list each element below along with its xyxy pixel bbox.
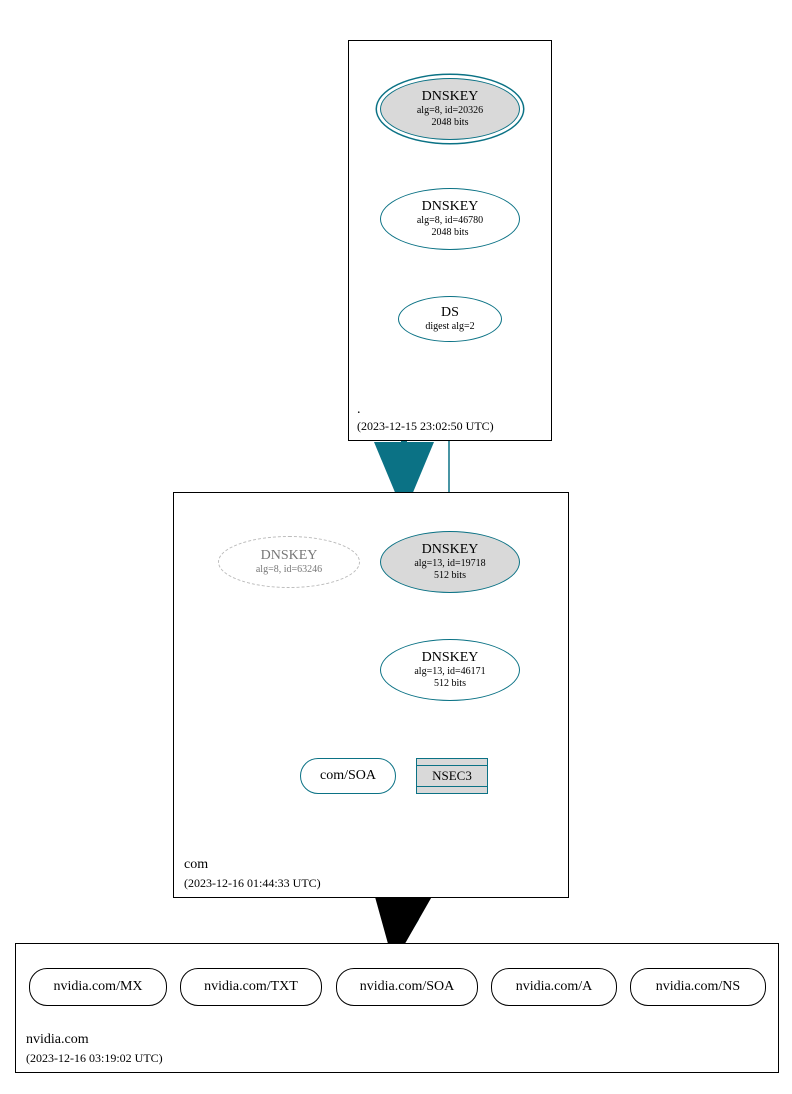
node-label: nvidia.com/MX <box>53 979 142 995</box>
node-title: DNSKEY <box>422 650 479 667</box>
node-sub2: 512 bits <box>434 678 466 690</box>
node-nvidia-txt: nvidia.com/TXT <box>180 968 322 1006</box>
node-label: nvidia.com/A <box>516 979 593 995</box>
zone-nvidia-label: nvidia.com <box>26 1032 89 1048</box>
node-nvidia-mx: nvidia.com/MX <box>29 968 167 1006</box>
node-nsec3: NSEC3 <box>416 758 488 794</box>
node-sub2: 2048 bits <box>432 227 469 239</box>
node-nvidia-soa: nvidia.com/SOA <box>336 968 478 1006</box>
node-nvidia-ns: nvidia.com/NS <box>630 968 766 1006</box>
node-nvidia-a: nvidia.com/A <box>491 968 617 1006</box>
node-sub2: 512 bits <box>434 570 466 582</box>
node-label: com/SOA <box>320 768 376 784</box>
node-root-zsk: DNSKEY alg=8, id=46780 2048 bits <box>380 188 520 250</box>
node-sub: alg=13, id=19718 <box>414 558 485 570</box>
node-title: DNSKEY <box>422 542 479 559</box>
node-com-soa: com/SOA <box>300 758 396 794</box>
node-com-zsk: DNSKEY alg=13, id=46171 512 bits <box>380 639 520 701</box>
node-sub: alg=8, id=20326 <box>417 105 483 117</box>
zone-com-date: (2023-12-16 01:44:33 UTC) <box>184 876 321 891</box>
zone-root-date: (2023-12-15 23:02:50 UTC) <box>357 419 494 434</box>
node-sub: alg=8, id=63246 <box>256 564 322 576</box>
node-title: DS <box>441 305 459 322</box>
zone-com-label: com <box>184 857 208 873</box>
node-root-ds: DS digest alg=2 <box>398 296 502 342</box>
node-com-dnskey-old: DNSKEY alg=8, id=63246 <box>218 536 360 588</box>
node-title: DNSKEY <box>261 548 318 565</box>
zone-nvidia-date: (2023-12-16 03:19:02 UTC) <box>26 1051 163 1066</box>
node-title: DNSKEY <box>422 199 479 216</box>
node-sub2: 2048 bits <box>432 117 469 129</box>
node-label: nvidia.com/SOA <box>360 979 455 995</box>
zone-root-label: . <box>357 402 361 418</box>
node-title: DNSKEY <box>422 89 479 106</box>
node-com-ksk: DNSKEY alg=13, id=19718 512 bits <box>380 531 520 593</box>
node-label: nvidia.com/TXT <box>204 979 298 995</box>
node-sub: alg=13, id=46171 <box>414 666 485 678</box>
node-sub: alg=8, id=46780 <box>417 215 483 227</box>
nsec3-label: NSEC3 <box>417 765 487 787</box>
node-root-ksk: DNSKEY alg=8, id=20326 2048 bits <box>380 78 520 140</box>
node-label: nvidia.com/NS <box>656 979 740 995</box>
zone-nvidia: nvidia.com (2023-12-16 03:19:02 UTC) <box>15 943 779 1073</box>
node-sub: digest alg=2 <box>425 321 474 333</box>
